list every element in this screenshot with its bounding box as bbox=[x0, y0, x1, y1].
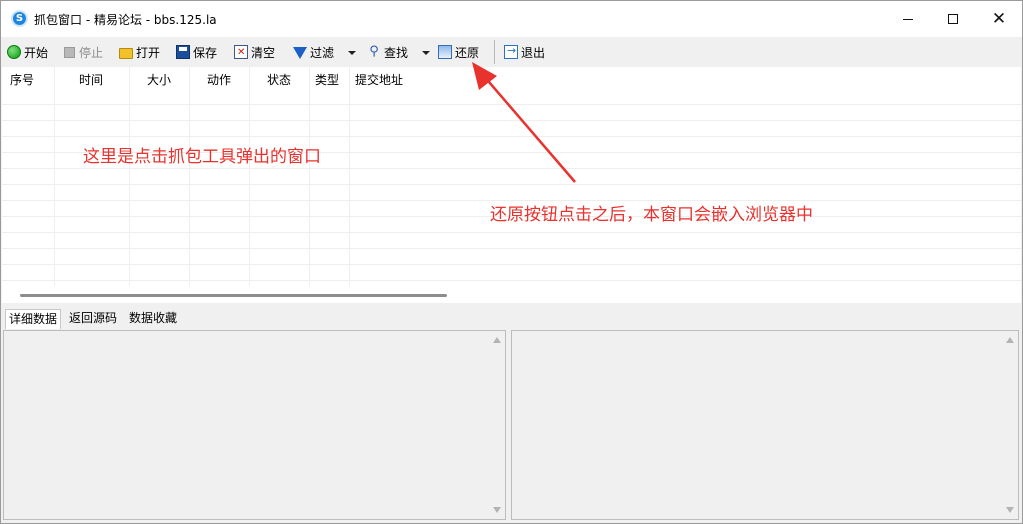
column-divider bbox=[249, 67, 250, 286]
window-title: 抓包窗口 - 精易论坛 - bbs.125.la bbox=[34, 13, 217, 27]
request-detail-pane[interactable] bbox=[3, 330, 506, 520]
annotation-restore-button: 还原按钮点击之后，本窗口会嵌入浏览器中 bbox=[490, 205, 813, 225]
detail-tabs: 详细数据 返回源码 数据收藏 bbox=[1, 307, 1022, 329]
scroll-down-icon[interactable] bbox=[1006, 507, 1014, 513]
title-bar[interactable]: S 抓包窗口 - 精易论坛 - bbs.125.la ✕ bbox=[1, 1, 1022, 37]
column-header-type[interactable]: 类型 bbox=[315, 71, 339, 88]
vertical-scrollbar[interactable] bbox=[492, 335, 502, 515]
exit-icon bbox=[504, 44, 518, 59]
save-icon bbox=[176, 45, 190, 59]
row-divider bbox=[2, 184, 1021, 185]
column-header-index[interactable]: 序号 bbox=[10, 71, 34, 88]
column-divider bbox=[349, 67, 350, 286]
packet-list[interactable]: 序号 时间 大小 动作 状态 类型 提交地址 bbox=[2, 67, 1021, 303]
column-header-time[interactable]: 时间 bbox=[79, 71, 103, 88]
start-icon bbox=[7, 45, 21, 59]
capture-window: S 抓包窗口 - 精易论坛 - bbs.125.la ✕ 开始 停止 打开 保存… bbox=[0, 0, 1023, 524]
filter-dropdown-icon[interactable] bbox=[348, 51, 356, 55]
close-button[interactable]: ✕ bbox=[976, 1, 1022, 37]
row-divider bbox=[2, 232, 1021, 233]
row-divider bbox=[2, 248, 1021, 249]
clear-button[interactable]: 清空 bbox=[234, 42, 275, 62]
row-divider bbox=[2, 168, 1021, 169]
column-divider bbox=[189, 67, 190, 286]
start-button[interactable]: 开始 bbox=[7, 42, 48, 62]
maximize-icon bbox=[948, 14, 958, 24]
stop-label: 停止 bbox=[79, 45, 104, 60]
column-divider bbox=[54, 67, 55, 286]
stop-icon bbox=[64, 46, 75, 58]
maximize-button[interactable] bbox=[930, 1, 976, 37]
row-divider bbox=[2, 136, 1021, 137]
find-label: 查找 bbox=[384, 45, 409, 60]
save-button[interactable]: 保存 bbox=[176, 42, 217, 62]
exit-label: 退出 bbox=[521, 45, 546, 60]
vertical-scrollbar[interactable] bbox=[1005, 335, 1015, 515]
save-label: 保存 bbox=[193, 45, 218, 60]
tab-response-source[interactable]: 返回源码 bbox=[66, 309, 120, 329]
filter-icon bbox=[293, 46, 307, 59]
close-icon: ✕ bbox=[991, 8, 1007, 29]
toolbar-divider bbox=[494, 40, 495, 64]
find-dropdown-icon[interactable] bbox=[422, 51, 430, 55]
stop-button[interactable]: 停止 bbox=[63, 42, 103, 62]
toolbar: 开始 停止 打开 保存 清空 过滤 ⚲ 查找 还原 bbox=[1, 37, 1022, 67]
column-header-action[interactable]: 动作 bbox=[207, 71, 231, 88]
column-divider bbox=[309, 67, 310, 286]
open-label: 打开 bbox=[136, 45, 161, 60]
packet-list-header: 序号 时间 大小 动作 状态 类型 提交地址 bbox=[2, 67, 1021, 89]
scroll-up-icon[interactable] bbox=[493, 337, 501, 343]
start-label: 开始 bbox=[24, 45, 49, 60]
column-header-status[interactable]: 状态 bbox=[267, 71, 291, 88]
tab-details[interactable]: 详细数据 bbox=[5, 309, 62, 329]
scroll-down-icon[interactable] bbox=[493, 507, 501, 513]
row-divider bbox=[2, 280, 1021, 281]
exit-button[interactable]: 退出 bbox=[504, 42, 545, 62]
clear-icon bbox=[234, 45, 248, 59]
scroll-up-icon[interactable] bbox=[1006, 337, 1014, 343]
binoculars-icon: ⚲ bbox=[369, 44, 379, 59]
minimize-button[interactable] bbox=[885, 1, 931, 37]
column-header-size[interactable]: 大小 bbox=[147, 71, 171, 88]
restore-icon bbox=[438, 45, 452, 59]
find-button[interactable]: ⚲ 查找 bbox=[367, 42, 408, 62]
open-button[interactable]: 打开 bbox=[119, 42, 160, 62]
app-icon: S bbox=[11, 10, 28, 27]
restore-button[interactable]: 还原 bbox=[438, 42, 479, 62]
row-divider bbox=[2, 120, 1021, 121]
clear-label: 清空 bbox=[251, 45, 276, 60]
filter-button[interactable]: 过滤 bbox=[293, 42, 334, 62]
response-detail-pane[interactable] bbox=[511, 330, 1019, 520]
column-header-url[interactable]: 提交地址 bbox=[355, 71, 403, 88]
row-divider bbox=[2, 264, 1021, 265]
restore-label: 还原 bbox=[455, 45, 480, 60]
filter-label: 过滤 bbox=[310, 45, 335, 60]
column-divider bbox=[129, 67, 130, 286]
annotation-popup-window: 这里是点击抓包工具弹出的窗口 bbox=[83, 147, 321, 167]
horizontal-scrollbar[interactable] bbox=[20, 294, 447, 297]
minimize-icon bbox=[903, 18, 913, 20]
row-divider bbox=[2, 104, 1021, 105]
tab-favorites[interactable]: 数据收藏 bbox=[126, 309, 180, 329]
folder-open-icon bbox=[119, 47, 133, 59]
